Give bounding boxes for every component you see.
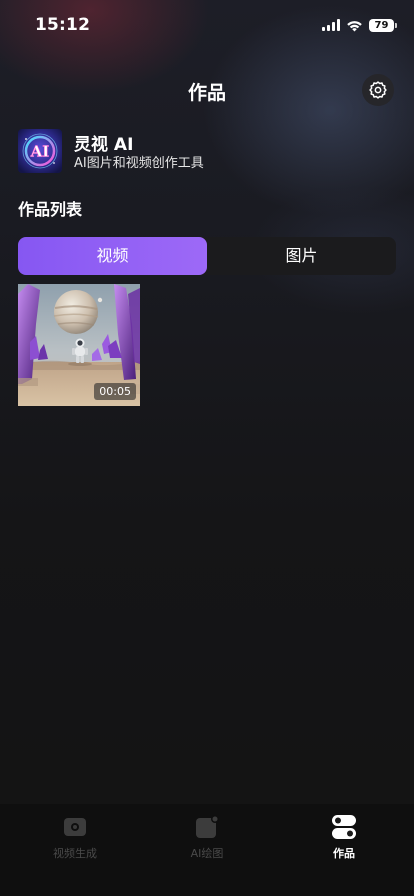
wifi-icon [347,20,362,31]
status-bar: 15:12 79 [0,0,414,50]
media-type-tabs: 视频 图片 [18,237,396,275]
image-brush-icon [196,815,219,838]
app-logo-text: AI [30,143,50,161]
app-subtitle: AI图片和视频创作工具 [74,156,204,171]
nav-item-works[interactable]: 作品 [294,814,394,861]
nav-label-ai-drawing: AI绘图 [190,847,224,860]
video-camera-icon [64,818,86,836]
tab-image[interactable]: 图片 [207,237,396,275]
work-item-video[interactable]: 00:05 [18,284,140,406]
works-screen: 15:12 79 作品 AI 灵视 AI AI图片和视频创作工具 作品列表 视频… [0,0,414,896]
status-icons: 79 [322,17,397,33]
app-logo: AI [18,129,62,173]
nav-label-works: 作品 [333,847,355,860]
gear-icon [369,81,387,99]
bottom-nav: 视频生成 AI绘图 作品 [0,804,414,896]
battery-icon: 79 [369,18,397,32]
video-duration-badge: 00:05 [94,383,136,400]
nav-item-ai-drawing[interactable]: AI绘图 [157,814,257,861]
settings-button[interactable] [362,74,394,106]
page-title: 作品 [187,82,226,104]
tab-video[interactable]: 视频 [18,237,207,275]
section-title: 作品列表 [18,200,83,219]
nav-label-video-generation: 视频生成 [53,847,97,860]
status-time: 15:12 [35,15,91,35]
signal-icon [322,19,340,31]
nav-item-video-generation[interactable]: 视频生成 [25,814,125,861]
toggles-icon [332,815,356,839]
